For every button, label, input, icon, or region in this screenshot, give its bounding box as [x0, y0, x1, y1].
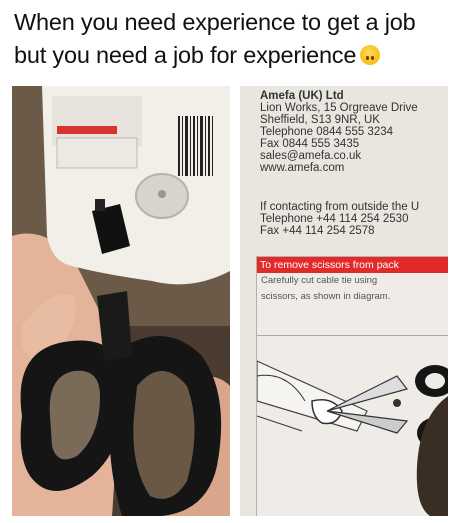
- address-line-1: Lion Works, 15 Orgreave Drive: [260, 102, 418, 114]
- international-contact-block: If contacting from outside the U Telepho…: [260, 201, 448, 237]
- instruction-line-1: Carefully cut cable tie using: [261, 275, 378, 286]
- company-name: Amefa (UK) Ltd: [260, 90, 344, 102]
- outside-telephone: Telephone +44 114 254 2530: [260, 213, 409, 225]
- outside-fax: Fax +44 114 254 2578: [260, 225, 375, 237]
- instruction-line-2: scissors, as shown in diagram.: [261, 291, 391, 302]
- caption-line-1: When you need experience to get a job: [14, 9, 416, 35]
- scissors-edge-illustration: [416, 396, 448, 516]
- scissors-package-illustration: [12, 86, 230, 516]
- email-line: sales@amefa.co.uk: [260, 150, 362, 162]
- website-line: www.amefa.com: [260, 162, 345, 174]
- photo-pair: Amefa (UK) Ltd Lion Works, 15 Orgreave D…: [12, 86, 448, 516]
- outside-heading: If contacting from outside the U: [260, 201, 420, 213]
- meme-caption: When you need experience to get a job bu…: [14, 6, 454, 72]
- upside-down-face-icon: [360, 45, 381, 65]
- instruction-heading: To remove scissors from pack: [257, 257, 448, 273]
- caption-line-2: but you need a job for experience: [14, 42, 357, 68]
- company-address-block: Amefa (UK) Ltd Lion Works, 15 Orgreave D…: [260, 90, 448, 174]
- divider: [257, 335, 448, 336]
- label-photo: Amefa (UK) Ltd Lion Works, 15 Orgreave D…: [240, 86, 448, 516]
- address-line-2: Sheffield, S13 9NR, UK: [260, 114, 380, 126]
- scissors-photo: [12, 86, 230, 516]
- telephone-line: Telephone 0844 555 3234: [260, 126, 394, 138]
- fax-line: Fax 0844 555 3435: [260, 138, 360, 150]
